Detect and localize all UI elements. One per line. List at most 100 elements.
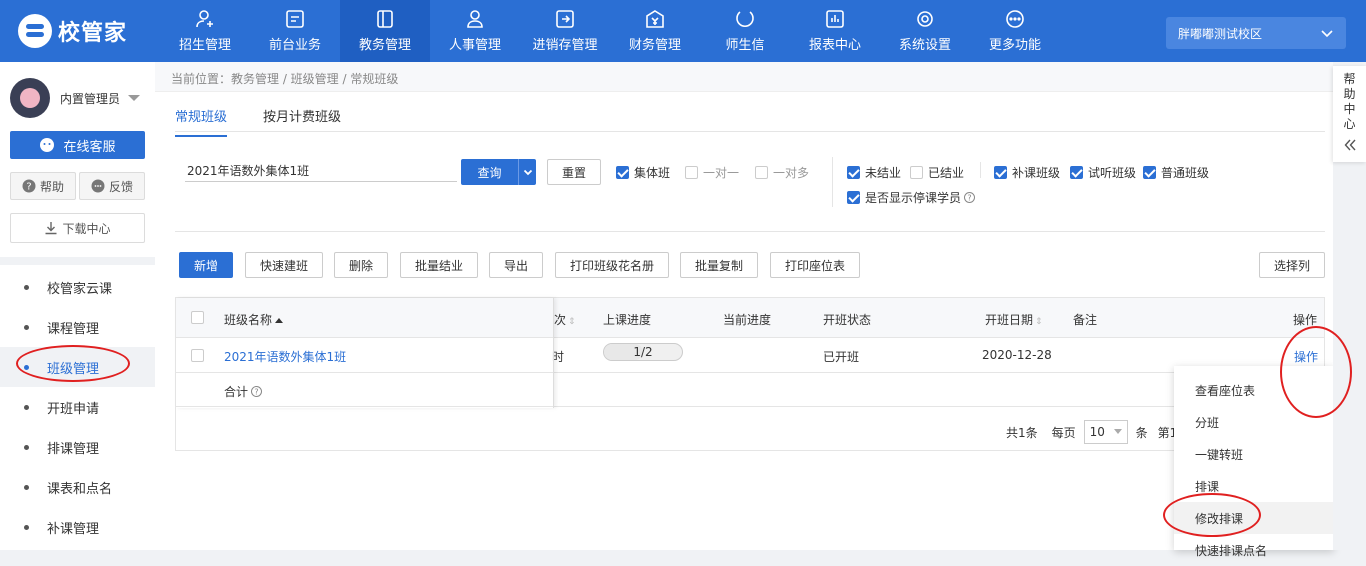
bullet-icon <box>24 444 29 450</box>
nav-item-settings[interactable]: 系统设置 <box>880 0 970 62</box>
report-icon <box>826 10 844 28</box>
inventory-icon <box>556 10 574 28</box>
filter-makeup-class[interactable]: 补课班级 <box>994 164 1060 181</box>
nav-item-academic[interactable]: 教务管理 <box>340 0 430 62</box>
user-profile[interactable]: 内置管理员 <box>10 78 141 118</box>
caret-down-icon <box>1113 429 1122 434</box>
batch-graduate-button[interactable]: 批量结业 <box>400 252 479 278</box>
quick-create-button[interactable]: 快速建班 <box>245 252 324 278</box>
download-icon <box>45 222 57 235</box>
nav-item-reports[interactable]: 报表中心 <box>790 0 880 62</box>
batch-copy-button[interactable]: 批量复制 <box>680 252 759 278</box>
fixed-column-shadow <box>176 298 554 408</box>
breadcrumb: 当前位置：教务管理 / 班级管理 / 常规班级 <box>171 72 399 86</box>
bullet-icon <box>24 484 29 490</box>
finance-icon <box>646 10 664 28</box>
col-start-date[interactable]: 开班日期 ⇕ <box>985 311 1043 328</box>
export-button[interactable]: 导出 <box>489 252 544 278</box>
reset-button[interactable]: 重置 <box>547 159 601 185</box>
nav-item-messages[interactable]: 师生信 <box>700 0 790 62</box>
query-dropdown-toggle[interactable] <box>518 159 536 185</box>
cell-status: 已开班 <box>823 350 860 364</box>
campus-selector[interactable]: 胖嘟嘟测试校区 <box>1166 17 1346 49</box>
nav-item-hr[interactable]: 人事管理 <box>430 0 520 62</box>
annotation-oval <box>1163 493 1261 537</box>
sidebar-menu: 校管家云课 课程管理 班级管理 开班申请 排课管理 课表和点名 补课管理 <box>0 267 155 547</box>
filter-show-stopped[interactable]: 是否显示停课学员 ? <box>847 189 976 206</box>
page-size-select[interactable]: 10 <box>1083 420 1128 444</box>
help-center-panel[interactable]: 帮 助 中 心 <box>1333 66 1366 162</box>
campus-name: 胖嘟嘟测试校区 <box>1178 26 1263 41</box>
app-logo[interactable]: 校管家 <box>18 14 127 48</box>
sidebar-item-makeup[interactable]: 补课管理 <box>0 507 155 547</box>
menu-item-transfer-class[interactable]: 一键转班 <box>1174 438 1334 470</box>
chat-icon <box>40 138 55 152</box>
sidebar-item-courses[interactable]: 课程管理 <box>0 307 155 347</box>
help-button[interactable]: ? 帮助 <box>10 172 76 200</box>
filter-one-to-many[interactable]: 一对多 <box>755 164 809 181</box>
add-button[interactable]: 新增 <box>179 252 234 278</box>
sidebar-divider <box>0 257 155 265</box>
tab-divider <box>175 131 1325 132</box>
feedback-button[interactable]: 反馈 <box>79 172 145 200</box>
user-add-icon <box>196 10 213 28</box>
top-navbar: 校管家 招生管理 前台业务 教务管理 人事管理 进销存管理 财务管理 师生信 报… <box>0 0 1366 62</box>
monitor-icon <box>286 10 304 28</box>
filter-bottom-divider <box>175 231 1325 232</box>
sidebar-item-class-application[interactable]: 开班申请 <box>0 387 155 427</box>
logo-text: 校管家 <box>58 21 128 46</box>
download-center-button[interactable]: 下载中心 <box>10 213 145 243</box>
checkbox-checked-icon <box>847 191 860 204</box>
delete-button[interactable]: 删除 <box>334 252 389 278</box>
nav-item-inventory[interactable]: 进销存管理 <box>520 0 610 62</box>
filter-one-to-one[interactable]: 一对一 <box>685 164 739 181</box>
col-times[interactable]: 次 ⇕ <box>554 311 576 328</box>
message-icon <box>736 11 754 27</box>
bullet-icon <box>24 284 29 290</box>
print-seating-button[interactable]: 打印座位表 <box>770 252 861 278</box>
pagination: 共1条 每页 10 条 第1 <box>1006 420 1177 444</box>
svg-text:?: ? <box>967 193 971 202</box>
class-search-input[interactable]: 2021年语数外集体1班 <box>185 158 457 182</box>
avatar <box>10 78 50 118</box>
main-nav: 招生管理 前台业务 教务管理 人事管理 进销存管理 财务管理 师生信 报表中心 <box>160 0 1060 62</box>
sidebar-item-timetable[interactable]: 课表和点名 <box>0 467 155 507</box>
print-roster-button[interactable]: 打印班级花名册 <box>555 252 670 278</box>
bullet-icon <box>24 404 29 410</box>
filter-normal-class[interactable]: 普通班级 <box>1143 164 1209 181</box>
more-icon <box>1006 10 1024 28</box>
annotation-oval <box>16 345 130 382</box>
filter-graduated[interactable]: 已结业 <box>910 164 964 181</box>
checkbox-checked-icon <box>1070 166 1083 179</box>
online-service-button[interactable]: 在线客服 <box>10 131 145 159</box>
cell-start-date: 2020-12-28 <box>982 348 1052 362</box>
col-progress: 上课进度 <box>603 313 652 327</box>
filter-group-class[interactable]: 集体班 <box>616 164 670 181</box>
sort-icon: ⇕ <box>568 317 576 327</box>
filter-trial-class[interactable]: 试听班级 <box>1070 164 1136 181</box>
checkbox-empty-icon <box>755 166 768 179</box>
settings-icon <box>917 11 933 27</box>
nav-item-enrollment[interactable]: 招生管理 <box>160 0 250 62</box>
choose-columns-button[interactable]: 选择列 <box>1259 252 1326 278</box>
col-status: 开班状态 <box>823 313 872 327</box>
question-icon: ? <box>22 179 36 193</box>
nav-item-frontdesk[interactable]: 前台业务 <box>250 0 340 62</box>
checkbox-empty-icon <box>685 166 698 179</box>
filter-not-graduated[interactable]: 未结业 <box>847 164 901 181</box>
logo-icon <box>18 14 52 48</box>
double-chevron-left-icon <box>1344 139 1356 151</box>
main-content: 当前位置：教务管理 / 班级管理 / 常规班级 常规班级 按月计费班级 2021… <box>155 62 1333 550</box>
checkbox-empty-icon <box>910 166 923 179</box>
sidebar: 内置管理员 在线客服 ? 帮助 反馈 下载中心 校管家云课 课程管理 班级管理 … <box>0 62 155 550</box>
query-button[interactable]: 查询 <box>461 159 536 185</box>
nav-item-more[interactable]: 更多功能 <box>970 0 1060 62</box>
filter-divider <box>832 157 833 207</box>
sidebar-item-scheduling[interactable]: 排课管理 <box>0 427 155 467</box>
bullet-icon <box>24 524 29 530</box>
menu-item-quick-schedule[interactable]: 快速排课点名 <box>1174 534 1334 566</box>
sidebar-item-cloud-class[interactable]: 校管家云课 <box>0 267 155 307</box>
annotation-oval <box>1280 326 1352 418</box>
nav-item-finance[interactable]: 财务管理 <box>610 0 700 62</box>
feedback-icon <box>91 179 105 193</box>
